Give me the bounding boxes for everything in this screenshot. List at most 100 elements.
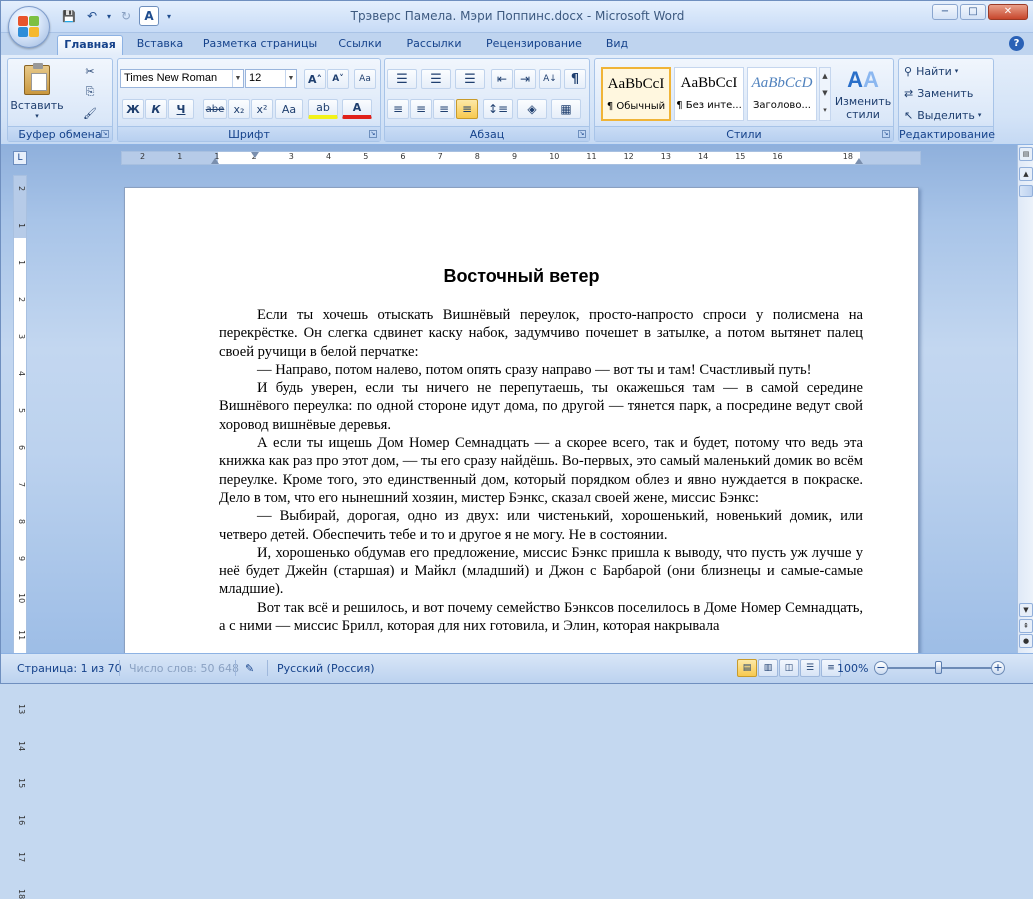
change-styles-label: Изменить стили	[834, 95, 892, 121]
close-button[interactable]: ✕	[988, 4, 1028, 20]
line-spacing-icon[interactable]: ↕≡	[483, 99, 513, 119]
paste-button[interactable]: Вставить ▾	[10, 61, 64, 123]
sort-button[interactable]: А↓	[539, 69, 561, 89]
vertical-ruler[interactable]: 21123456789101112131415161718	[13, 175, 27, 899]
show-marks-button[interactable]: ¶	[564, 69, 586, 89]
change-case-button[interactable]: Aa	[275, 99, 303, 119]
ruler-number: 16	[772, 152, 783, 161]
print-layout-view-button[interactable]: ▤	[737, 659, 757, 677]
status-bar: Страница: 1 из 70 Число слов: 50 648 ✎ Р…	[1, 653, 1033, 683]
style-sample: AaBbCcI	[607, 76, 665, 92]
zoom-slider-knob[interactable]	[935, 661, 942, 674]
style-no-spacing[interactable]: AaBbCcI ¶ Без инте...	[674, 67, 744, 121]
select-button[interactable]: ↖ Выделить ▾	[903, 105, 989, 125]
numbering-icon[interactable]: ☰	[421, 69, 451, 89]
dialog-launcher-icon[interactable]: ↘	[882, 130, 890, 138]
replace-button[interactable]: ⇄ Заменить	[903, 83, 989, 103]
shading-icon[interactable]: ◈	[517, 99, 547, 119]
multilevel-list-icon[interactable]: ☰	[455, 69, 485, 89]
proofing-icon[interactable]: ✎	[245, 662, 254, 675]
scroll-thumb[interactable]	[1019, 185, 1033, 197]
horizontal-ruler[interactable]: 2 1 1 2 3 4 5 6 7 8 9 10 11 12 13 14 15 16 18	[121, 151, 921, 165]
ruler-number: 15	[17, 778, 26, 789]
ruler-number: 12	[623, 152, 634, 161]
page-count[interactable]: Страница: 1 из 70	[17, 662, 122, 675]
zoom-in-button[interactable]: +	[991, 661, 1005, 675]
tab-selector-button[interactable]: L	[13, 151, 27, 165]
font-size-select[interactable]: 12 ▼	[245, 69, 297, 88]
ruler-number: 5	[363, 152, 369, 161]
outline-view-button[interactable]: ☰	[800, 659, 820, 677]
binoculars-icon: ⚲	[904, 64, 913, 78]
maximize-button[interactable]: □	[960, 4, 986, 20]
dialog-launcher-icon[interactable]: ↘	[101, 130, 109, 138]
font-color-button[interactable]: A	[342, 99, 372, 119]
decrease-indent-icon[interactable]: ⇤	[491, 69, 513, 89]
tab-mailings[interactable]: Рассылки	[399, 35, 469, 55]
tab-review[interactable]: Рецензирование	[479, 35, 589, 55]
paragraph: — Выбирай, дорогая, одно из двух: или чи…	[219, 508, 863, 543]
font-family-select[interactable]: Times New Roman ▼	[120, 69, 244, 88]
ruler-number: 15	[735, 152, 746, 161]
superscript-button[interactable]: x²	[251, 99, 273, 119]
copy-icon[interactable]: ⎘	[80, 82, 100, 102]
ribbon-tabs: Главная Вставка Разметка страницы Ссылки…	[1, 33, 1033, 55]
dialog-launcher-icon[interactable]: ↘	[369, 130, 377, 138]
language[interactable]: Русский (Россия)	[277, 662, 375, 675]
scroll-down-icon[interactable]: ▼	[1019, 603, 1033, 617]
dialog-launcher-icon[interactable]: ↘	[578, 130, 586, 138]
window-title: Трэверс Памела. Мэри Поппинс.docx - Micr…	[350, 9, 685, 23]
justify-icon[interactable]: ≡	[456, 99, 478, 119]
align-left-icon[interactable]: ≡	[387, 99, 409, 119]
bold-button[interactable]: Ж	[122, 99, 144, 119]
minimize-button[interactable]: −	[932, 4, 958, 20]
first-line-indent-marker[interactable]	[251, 152, 259, 158]
shrink-font-button[interactable]: A˅	[327, 69, 349, 89]
grow-font-button[interactable]: A˄	[304, 69, 326, 89]
highlight-button[interactable]: ab	[308, 99, 338, 119]
style-sample: AaBbCcD	[751, 75, 813, 91]
ruler-number: 14	[17, 741, 26, 752]
cut-icon[interactable]: ✂	[80, 61, 100, 81]
scroll-up-icon[interactable]: ▲	[1019, 167, 1033, 181]
borders-icon[interactable]: ▦	[551, 99, 581, 119]
ruler-toggle-icon[interactable]: ▤	[1019, 147, 1033, 161]
word-count[interactable]: Число слов: 50 648	[129, 662, 239, 675]
web-layout-button[interactable]: ◫	[779, 659, 799, 677]
paragraph: — Направо, потом налево, потом опять сра…	[257, 361, 812, 378]
tab-insert[interactable]: Вставка	[131, 35, 189, 55]
document-page[interactable]: Восточный ветер Если ты хочешь отыскать …	[124, 187, 919, 657]
right-indent-marker[interactable]	[855, 158, 863, 164]
tab-view[interactable]: Вид	[599, 35, 635, 55]
format-painter-icon[interactable]: 🖌	[80, 103, 100, 123]
office-button[interactable]	[8, 6, 50, 48]
find-button[interactable]: ⚲ Найти ▾	[903, 61, 989, 81]
align-right-icon[interactable]: ≡	[433, 99, 455, 119]
clear-format-button[interactable]: Aa	[354, 69, 376, 89]
previous-page-icon[interactable]: ⇞	[1019, 619, 1033, 633]
style-heading[interactable]: AaBbCcD Заголово...	[747, 67, 817, 121]
tab-references[interactable]: Ссылки	[331, 35, 389, 55]
strikethrough-button[interactable]: abe	[203, 99, 227, 119]
help-icon[interactable]: ?	[1009, 36, 1024, 51]
left-indent-marker[interactable]	[211, 158, 219, 164]
group-font: Times New Roman ▼ 12 ▼ A˄ A˅ Aa Ж К Ч abe …	[117, 58, 381, 142]
zoom-out-button[interactable]: −	[874, 661, 888, 675]
browse-object-icon[interactable]: ●	[1019, 634, 1033, 648]
full-screen-reading-button[interactable]: ▥	[758, 659, 778, 677]
italic-button[interactable]: К	[145, 99, 167, 119]
increase-indent-icon[interactable]: ⇥	[514, 69, 536, 89]
styles-scroll[interactable]: ▲ ▼ ▾	[819, 67, 831, 121]
subscript-button[interactable]: x₂	[228, 99, 250, 119]
zoom-level[interactable]: 100%	[837, 662, 868, 675]
change-styles-button[interactable]: AA Изменить стили	[835, 63, 891, 125]
ruler-number: 11	[586, 152, 597, 161]
vertical-scrollbar[interactable]: ▤ ▲ ▼ ⇞ ●	[1017, 145, 1033, 655]
tab-home[interactable]: Главная	[57, 35, 123, 55]
style-normal[interactable]: AaBbCcI ¶ Обычный	[601, 67, 671, 121]
underline-button[interactable]: Ч	[168, 99, 194, 119]
tab-page-layout[interactable]: Разметка страницы	[199, 35, 321, 55]
bullets-icon[interactable]: ☰	[387, 69, 417, 89]
paragraph: Вот так всё и решилось, и вот почему сем…	[219, 599, 863, 635]
align-center-icon[interactable]: ≡	[410, 99, 432, 119]
